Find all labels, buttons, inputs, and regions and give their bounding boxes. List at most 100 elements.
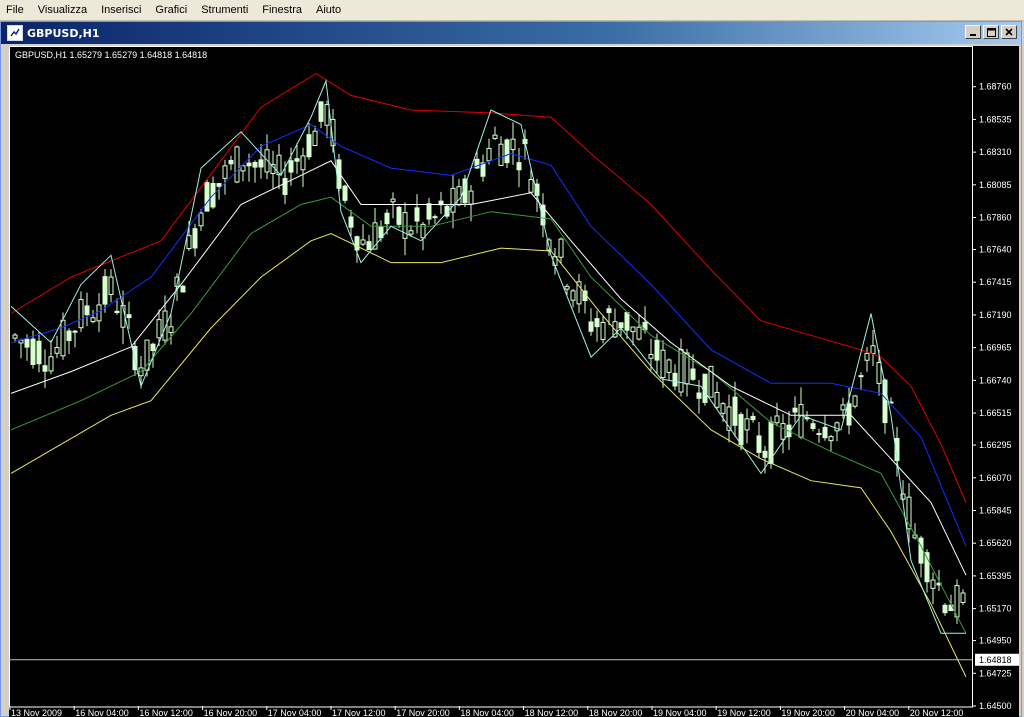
candle-body [492, 134, 498, 139]
x-axis-label: 16 Nov 12:00 [139, 708, 193, 717]
x-axis-label: 13 Nov 2009 [11, 708, 62, 717]
y-axis-label: 1.68085 [979, 180, 1012, 190]
candle-body [312, 130, 318, 146]
candle-body [390, 198, 396, 203]
candle-body [342, 185, 348, 201]
y-axis-label: 1.67640 [979, 245, 1012, 255]
menu-file[interactable]: File [0, 0, 32, 20]
candle-body [756, 435, 762, 453]
x-axis-label: 17 Nov 12:00 [332, 708, 386, 717]
window-title: GBPUSD,H1 [27, 26, 100, 40]
maximize-icon[interactable] [983, 25, 999, 39]
price-chart[interactable]: GBPUSD,H1 1.65279 1.65279 1.64818 1.6481… [9, 46, 1019, 717]
candle-body [666, 359, 672, 373]
candle-body [48, 356, 54, 372]
menu-grafici[interactable]: Grafici [149, 0, 195, 20]
menu-aiuto[interactable]: Aiuto [310, 0, 349, 20]
candle-body [702, 373, 708, 403]
candle-body [618, 322, 624, 329]
candle-body [864, 352, 870, 361]
candle-body [246, 162, 252, 167]
candle-body [258, 159, 264, 168]
candle-body [564, 285, 570, 290]
x-axis-label: 20 Nov 04:00 [846, 708, 900, 717]
candle-body [198, 212, 204, 227]
candle-body [66, 330, 72, 341]
candle-body [216, 183, 222, 187]
candle-body [594, 318, 600, 328]
y-axis-label: 1.65395 [979, 571, 1012, 581]
candle-body [192, 228, 198, 249]
candle-body [366, 241, 372, 251]
candle-body [516, 162, 522, 171]
candle-body [54, 347, 60, 354]
candle-body [12, 334, 18, 339]
candle-body [84, 305, 90, 316]
chart-svg: GBPUSD,H1 1.65279 1.65279 1.64818 1.6481… [9, 46, 1019, 717]
candle-body [432, 216, 438, 219]
y-axis-label: 1.65170 [979, 604, 1012, 614]
candle-body [348, 216, 354, 228]
candle-body [318, 101, 324, 122]
x-axis-label: 19 Nov 20:00 [781, 708, 835, 717]
candle-body [588, 321, 594, 332]
candle-body [720, 403, 726, 414]
menu-strumenti[interactable]: Strumenti [195, 0, 256, 20]
candle-body [558, 238, 564, 258]
close-icon[interactable] [1001, 25, 1017, 39]
candle-body [630, 326, 636, 333]
x-axis-label: 17 Nov 20:00 [396, 708, 450, 717]
candle-body [456, 186, 462, 206]
menu-bar: File Visualizza Inserisci Grafici Strume… [0, 0, 1024, 21]
candle-body [306, 134, 312, 158]
current-price-label: 1.64818 [979, 655, 1012, 665]
x-axis-label: 20 Nov 12:00 [910, 708, 964, 717]
candle-body [738, 414, 744, 446]
y-axis-label: 1.68535 [979, 114, 1012, 124]
y-axis-label: 1.66965 [979, 343, 1012, 353]
chart-window-icon [7, 25, 23, 41]
candle-body [186, 235, 192, 250]
candle-body [42, 365, 48, 372]
menu-finestra[interactable]: Finestra [256, 0, 310, 20]
candle-body [180, 285, 186, 293]
candle-body [750, 415, 756, 421]
minimize-icon[interactable] [965, 25, 981, 39]
window-titlebar[interactable]: GBPUSD,H1 [1, 22, 1021, 44]
x-axis-label: 17 Nov 04:00 [268, 708, 322, 717]
candle-body [204, 182, 210, 212]
candle-body [498, 143, 504, 166]
chart-window: GBPUSD,H1 GBPUSD,H1 1.65279 1.65279 1.64… [0, 21, 1022, 717]
candle-body [426, 203, 432, 220]
symbol-info: GBPUSD,H1 1.65279 1.65279 1.64818 1.6481… [15, 50, 207, 60]
menu-inserisci[interactable]: Inserisci [95, 0, 149, 20]
candle-body [252, 161, 258, 168]
x-axis-label: 18 Nov 20:00 [589, 708, 643, 717]
candle-body [648, 354, 654, 359]
menu-visualizza[interactable]: Visualizza [32, 0, 95, 20]
candle-body [846, 403, 852, 426]
candle-body [324, 104, 330, 126]
candle-body [930, 579, 936, 589]
y-axis-label: 1.66295 [979, 440, 1012, 450]
candle-body [690, 368, 696, 380]
candle-body [576, 281, 582, 305]
candle-body [918, 537, 924, 564]
candle-body [126, 314, 132, 319]
candle-body [150, 343, 156, 352]
candle-body [222, 165, 228, 179]
candle-body [108, 276, 114, 295]
candle-body [960, 592, 966, 603]
candle-body [672, 372, 678, 387]
candle-body [504, 139, 510, 164]
y-axis-label: 1.68760 [979, 82, 1012, 92]
candle-body [288, 160, 294, 173]
candle-body [36, 340, 42, 365]
candle-body [660, 349, 666, 379]
candle-body [486, 148, 492, 162]
candle-body [840, 404, 846, 411]
candle-body [78, 299, 84, 329]
candle-body [678, 348, 684, 393]
candle-body [450, 187, 456, 213]
candle-body [774, 415, 780, 424]
